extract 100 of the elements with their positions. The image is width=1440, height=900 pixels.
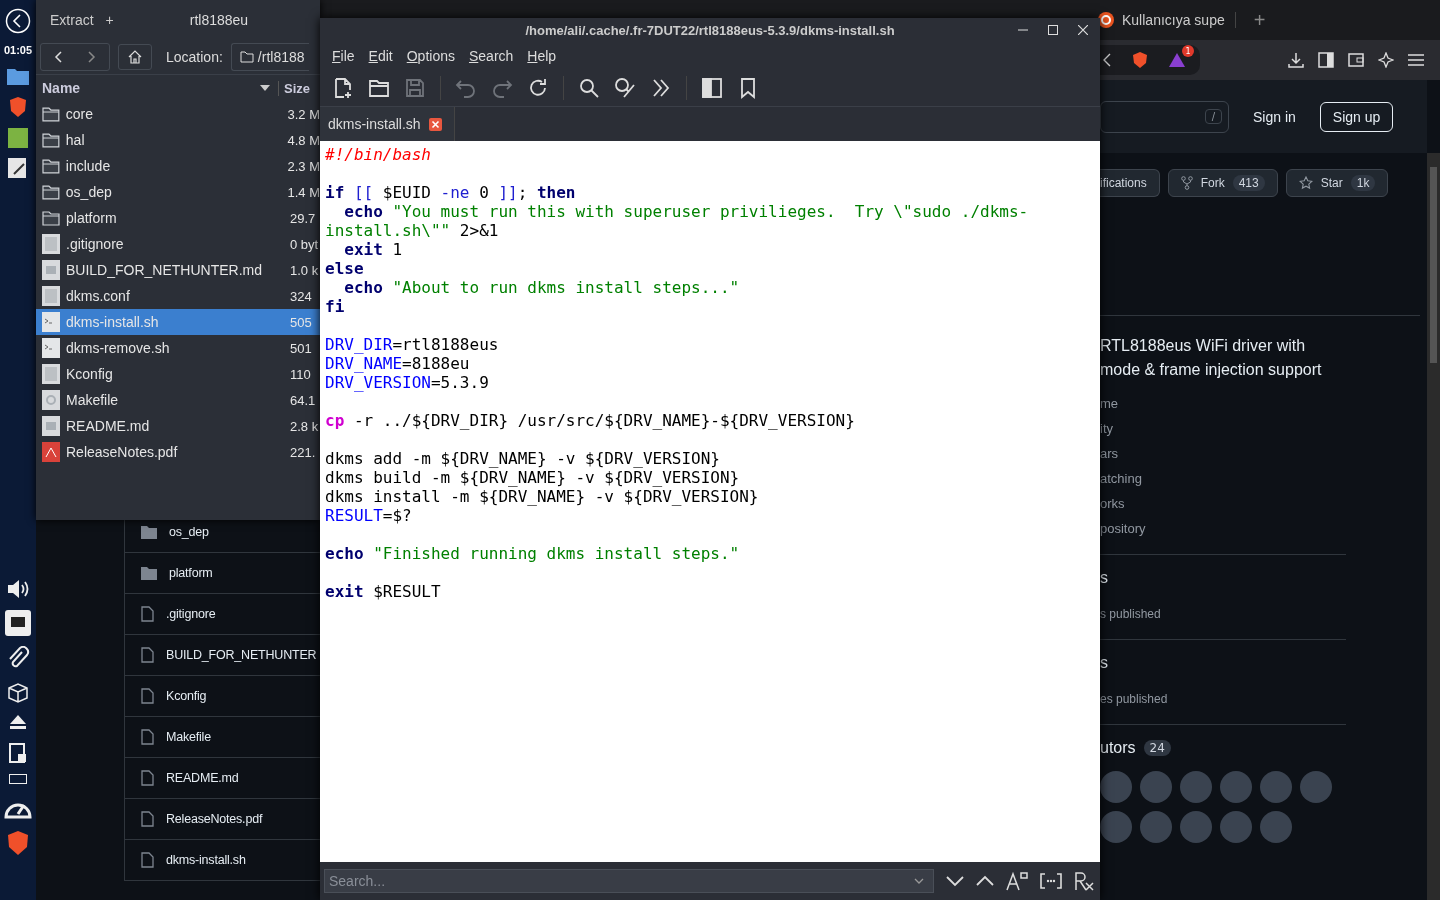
folder-icon (42, 106, 60, 122)
sign-in-link[interactable]: Sign in (1253, 108, 1296, 125)
menu-icon[interactable] (1408, 53, 1424, 67)
file-row[interactable]: Makefile 64.1 (36, 387, 320, 413)
code-line: exit $RESULT (325, 582, 442, 601)
column-header[interactable]: Name (42, 80, 252, 96)
file-row[interactable]: platform 29.7 (36, 205, 320, 231)
about-link[interactable]: orks (1100, 496, 1394, 511)
new-file-icon[interactable] (332, 77, 354, 99)
menu-item[interactable]: Help (523, 48, 561, 64)
about-link[interactable]: pository (1100, 521, 1394, 536)
location-field[interactable]: /rtl8188 (230, 43, 309, 71)
eject-icon[interactable] (9, 714, 27, 730)
reload-icon[interactable] (527, 77, 549, 99)
whole-word-icon[interactable] (1040, 873, 1062, 889)
file-link[interactable]: ReleaseNotes.pdf (166, 812, 263, 826)
file-row[interactable]: include 2.3 M (36, 153, 320, 179)
file-row[interactable]: dkms.conf 324 (36, 283, 320, 309)
shortcut-key: / (1204, 109, 1222, 124)
code-line: dkms build -m ${DRV_NAME} -v ${DRV_VERSION} (325, 468, 741, 487)
file-icon (141, 852, 154, 868)
folder-icon (239, 51, 254, 63)
extract-button[interactable]: Extract (50, 12, 94, 28)
repo-action-button[interactable]: Fork 413 (1167, 169, 1278, 197)
sidebar-icon[interactable] (1318, 52, 1334, 68)
chevron-up-icon[interactable] (976, 875, 994, 887)
file-row[interactable]: core 3.2 M (36, 101, 320, 127)
search-field[interactable]: Search... (324, 869, 934, 893)
section-heading: s (1100, 654, 1109, 672)
box-icon[interactable] (7, 682, 29, 704)
window-title: /home/ali/.cache/.fr-7DUT22/rtl8188eus-5.3.9/dkms-install.sh (525, 22, 895, 38)
scrollbar[interactable] (1427, 153, 1440, 900)
menu-item[interactable]: Edit (364, 48, 397, 64)
search-pen-icon[interactable] (614, 77, 636, 99)
repo-action-button[interactable]: Star 1k (1285, 169, 1389, 197)
folder-icon[interactable] (368, 77, 390, 99)
about-link[interactable]: atching (1100, 471, 1394, 486)
about-link[interactable]: ity (1100, 421, 1394, 436)
file-row[interactable]: hal 4.8 M (36, 127, 320, 153)
file-row[interactable]: ReleaseNotes.pdf 221. (36, 439, 320, 465)
code-editor[interactable] (320, 141, 1100, 862)
file-link[interactable]: dkms-install.sh (166, 853, 246, 867)
pdf-file-icon (42, 442, 60, 462)
file-row[interactable]: Kconfig 110 (36, 361, 320, 387)
file-link[interactable]: .gitignore (166, 607, 216, 621)
code-line: dkms add -m ${DRV_NAME} -v ${DRV_VERSION} (325, 449, 721, 468)
home-icon (128, 50, 142, 64)
sparkle-icon[interactable] (1378, 52, 1394, 68)
text-editor-icon[interactable] (8, 158, 28, 178)
folder-icon[interactable] (6, 66, 30, 86)
search-field[interactable]: / (1100, 100, 1229, 133)
search-icon[interactable] (578, 77, 600, 99)
close-icon[interactable] (1078, 25, 1088, 35)
file-row[interactable]: dkms-remove.sh 501 (36, 335, 320, 361)
maximize-icon[interactable] (1048, 25, 1058, 35)
file-link[interactable]: Makefile (166, 730, 211, 744)
script-file-icon (42, 312, 60, 332)
folder-icon (141, 525, 157, 539)
close-icon[interactable] (428, 117, 442, 131)
add-button[interactable]: + (105, 12, 114, 28)
section-text: es published (1100, 692, 1169, 706)
double-chevron-icon[interactable] (650, 77, 672, 99)
code-line: if [[ $EUID -ne 0 ]]; then (325, 183, 577, 202)
match-case-icon[interactable] (1006, 871, 1028, 891)
menu-item[interactable]: File (328, 48, 359, 64)
wallet-icon[interactable] (1348, 53, 1364, 67)
new-tab-button[interactable]: + (1253, 8, 1266, 32)
window-title: rtl8188eu (189, 12, 249, 28)
column-header[interactable]: Size (278, 80, 310, 96)
file-link[interactable]: os_dep (169, 525, 209, 539)
file-link[interactable]: platform (169, 566, 213, 580)
file-row[interactable]: .gitignore 0 byt (36, 231, 320, 257)
speaker-icon[interactable] (6, 578, 30, 600)
clock-time: 01:05 (3, 44, 33, 56)
file-row[interactable]: os_dep 1.4 M (36, 179, 320, 205)
script-file-icon (42, 338, 60, 358)
menu-item[interactable]: Options (402, 48, 459, 64)
triangle-icon[interactable] (1168, 52, 1186, 68)
file-row[interactable]: BUILD_FOR_NETHUNTER.md 1.0 k (36, 257, 320, 283)
code-line: echo "Finished running dkms install steps." (325, 544, 741, 563)
about-link[interactable]: me (1100, 396, 1394, 411)
chevron-down-icon[interactable] (946, 875, 964, 887)
side-panel-icon[interactable] (701, 77, 723, 99)
file-link[interactable]: README.md (166, 771, 239, 785)
file-row[interactable]: README.md 2.8 k (36, 413, 320, 439)
code-line: RESULT=$? (325, 506, 413, 525)
sign-up-button[interactable]: Sign up (1319, 101, 1394, 132)
sort-arrow-icon[interactable] (260, 85, 270, 91)
shield-icon[interactable] (6, 830, 30, 856)
file-link[interactable]: Kconfig (166, 689, 207, 703)
document-tab[interactable]: dkms-install.sh (320, 107, 455, 141)
about-link[interactable]: ars (1100, 446, 1394, 461)
home-button[interactable] (118, 44, 152, 70)
regex-icon[interactable] (1074, 871, 1094, 891)
repo-action-button[interactable]: ifications (1100, 169, 1160, 197)
menu-item[interactable]: Search (464, 48, 518, 64)
shield-icon[interactable] (8, 96, 28, 118)
code-line: else (325, 259, 365, 278)
file-link[interactable]: BUILD_FOR_NETHUNTER (166, 648, 317, 662)
download-icon[interactable] (1288, 52, 1304, 68)
